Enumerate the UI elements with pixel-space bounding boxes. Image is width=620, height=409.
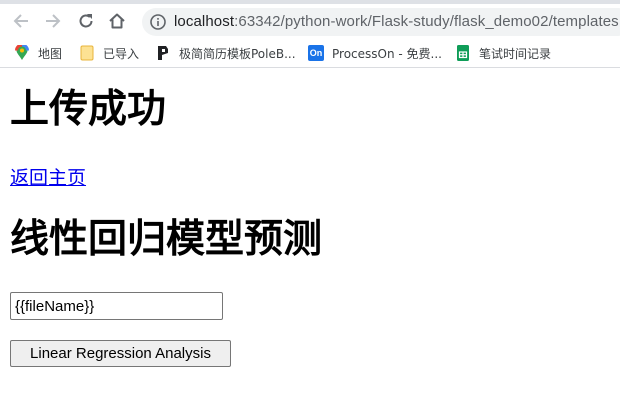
folder-icon bbox=[79, 45, 95, 61]
back-button[interactable] bbox=[10, 10, 32, 32]
arrow-left-icon bbox=[13, 14, 28, 28]
filename-input[interactable] bbox=[10, 292, 223, 320]
reload-button[interactable] bbox=[75, 10, 97, 32]
bookmarks-bar: 地图 已导入 极简简历模板PoleB... On ProcessOn - 免费.… bbox=[0, 38, 620, 68]
forward-button[interactable] bbox=[42, 10, 64, 32]
reload-icon bbox=[79, 14, 93, 28]
bookmark-label: 笔试时间记录 bbox=[479, 46, 552, 61]
maps-pin-icon bbox=[14, 45, 30, 61]
sheets-icon bbox=[455, 45, 471, 61]
linear-regression-analysis-button[interactable]: Linear Regression Analysis bbox=[10, 340, 231, 367]
back-to-home-link[interactable]: 返回主页 bbox=[10, 163, 86, 190]
address-bar[interactable]: localhost:63342/python-work/Flask-study/… bbox=[142, 8, 620, 36]
bookmark-folder-imported[interactable]: 已导入 bbox=[79, 44, 139, 62]
bookmark-label: 已导入 bbox=[103, 46, 140, 61]
url-host: localhost bbox=[174, 13, 235, 30]
bookmark-poleb[interactable]: 极简简历模板PoleB... bbox=[155, 44, 296, 62]
processon-icon: On bbox=[308, 45, 324, 61]
address-url[interactable]: localhost:63342/python-work/Flask-study/… bbox=[174, 13, 619, 30]
upload-success-heading: 上传成功 bbox=[10, 87, 167, 132]
info-icon[interactable] bbox=[150, 14, 166, 30]
poleb-icon bbox=[155, 45, 171, 61]
page-content: 上传成功 返回主页 线性回归模型预测 Linear Regression Ana… bbox=[0, 69, 620, 409]
home-icon bbox=[109, 13, 125, 29]
bookmark-label: 极简简历模板PoleB... bbox=[179, 46, 296, 61]
browser-toolbar: localhost:63342/python-work/Flask-study/… bbox=[0, 4, 620, 38]
bookmark-processon[interactable]: On ProcessOn - 免费... bbox=[308, 44, 442, 62]
arrow-right-icon bbox=[46, 14, 61, 28]
bookmark-label: ProcessOn - 免费... bbox=[332, 46, 442, 61]
bookmark-exam-schedule[interactable]: 笔试时间记录 bbox=[455, 44, 551, 62]
bookmark-label: 地图 bbox=[38, 46, 63, 61]
bookmark-maps[interactable]: 地图 bbox=[14, 44, 62, 62]
home-button[interactable] bbox=[106, 10, 128, 32]
url-path: :63342/python-work/Flask-study/flask_dem… bbox=[234, 13, 619, 30]
processon-icon-text: On bbox=[309, 48, 323, 58]
linear-regression-heading: 线性回归模型预测 bbox=[10, 217, 323, 262]
